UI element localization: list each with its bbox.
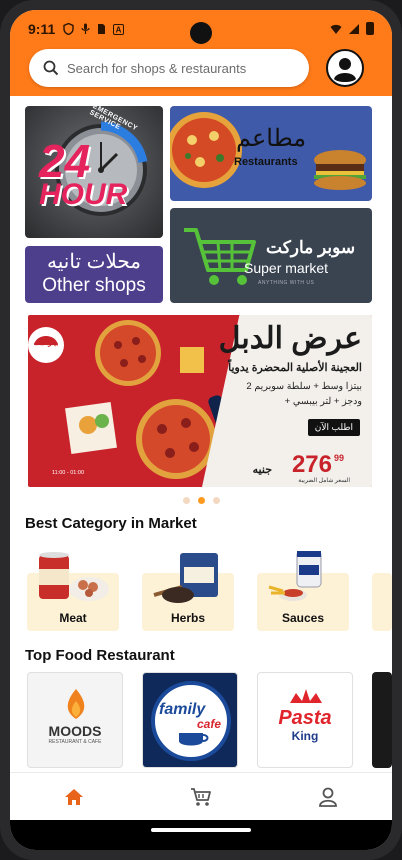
restaurant-card-moods[interactable]: MOODS RESTAURANT & CAFE (27, 672, 123, 768)
carousel-dot[interactable] (182, 497, 190, 504)
status-icons: A (63, 23, 125, 35)
banner-line-1: 2 بيتزا وسط + سلطة سوبريم (246, 381, 362, 392)
pasta-king-subtitle: King (291, 729, 319, 743)
status-time: 9:11 (28, 21, 56, 37)
bottom-navigation (10, 772, 392, 820)
battery-icon (366, 22, 374, 35)
pasta-king-name: Pasta (278, 707, 332, 729)
svg-text:A: A (116, 25, 122, 34)
category-label: Sauces (281, 611, 325, 625)
banner-logo: بيتزا هت (33, 340, 59, 347)
carousel-dot[interactable] (212, 497, 220, 504)
nav-home[interactable] (54, 782, 94, 812)
supermarket-tagline: ANYTHING WITH US (258, 280, 315, 286)
restaurant-card-family-cafe[interactable]: family cafe (142, 672, 238, 768)
profile-avatar-button[interactable] (326, 49, 364, 87)
user-avatar-icon (329, 52, 361, 84)
cart-icon (190, 787, 211, 806)
banner-price-cents: 99 (333, 453, 344, 463)
app-screen: 9:11 A EMERGENCY SERVICE 24 HOUR (10, 10, 392, 850)
app-a-icon: A (113, 23, 125, 35)
banner-subtitle: العجينة الأصلية المحضرة يدوياً (228, 362, 362, 374)
supermarket-en-label: Super market (244, 260, 329, 276)
moods-subtitle: RESTAURANT & CAFE (48, 739, 102, 745)
nav-profile[interactable] (308, 782, 348, 812)
best-category-title: Best Category in Market (25, 515, 197, 532)
banner-price: 276 (291, 451, 332, 478)
category-label: Meat (59, 611, 87, 625)
promo-banner[interactable]: 11:00 - 01:00 بيتزا هت عرض الدبل العجينة… (28, 315, 372, 487)
category-card-herbs[interactable]: Herbs (142, 553, 234, 631)
category-card-meat[interactable]: Meat (27, 552, 119, 631)
system-gesture-bar (10, 820, 392, 850)
family-cafe-subtitle: cafe (197, 717, 222, 731)
banner-price-note: السعر شامل الضريبة (298, 478, 350, 484)
family-cafe-logo (143, 673, 237, 767)
status-right (330, 22, 374, 35)
carousel-indicator (10, 497, 392, 504)
top-food-title: Top Food Restaurant (25, 647, 175, 664)
category-card-sauces[interactable]: Sauces (257, 551, 349, 631)
banner-order-button[interactable]: اطلب الآن (307, 419, 360, 436)
home-gesture-pill[interactable] (151, 828, 251, 832)
restaurants-ar-label: مطاعم (236, 125, 307, 152)
banner-currency: جنيه (252, 464, 272, 476)
restaurants-graphic (170, 112, 366, 190)
carousel-dot-active[interactable] (197, 497, 205, 504)
supermarket-ar-label: سوبر ماركت (266, 238, 356, 257)
search-bar[interactable] (29, 49, 309, 87)
tile-supermarket[interactable]: سوبر ماركت Super market ANYTHING WITH US (170, 208, 372, 303)
wifi-icon (330, 24, 342, 34)
restaurant-card-pasta-king[interactable]: Pasta King (257, 672, 353, 768)
other-shops-ar-label: محلات تانيه (47, 251, 141, 273)
other-shops-en-label: Other shops (42, 275, 146, 296)
meat-product-image (39, 552, 109, 601)
nav-cart[interactable] (181, 782, 221, 812)
moods-logo (67, 689, 85, 719)
tile-other-shops[interactable]: محلات تانيه Other shops (25, 246, 163, 303)
tile-24-hour[interactable]: EMERGENCY SERVICE 24 HOUR (25, 106, 163, 238)
signal-icon (349, 23, 359, 34)
restaurant-card-partial[interactable] (372, 672, 392, 768)
sim-icon (98, 24, 106, 34)
front-camera (190, 22, 212, 44)
banner-hours: 11:00 - 01:00 (52, 470, 85, 476)
search-input[interactable] (67, 60, 287, 76)
search-icon (43, 60, 59, 76)
microphone-icon (81, 23, 90, 34)
banner-line-2: + ودجز + لتر بيبسي (284, 396, 362, 407)
herbs-product-image (153, 553, 218, 603)
banner-title: عرض الدبل (218, 322, 362, 355)
category-label: Herbs (170, 611, 205, 625)
category-card-partial[interactable] (372, 573, 392, 631)
tile-restaurants[interactable]: مطاعم Restaurants (170, 106, 372, 201)
hours-word: HOUR (39, 178, 128, 211)
home-icon (64, 788, 83, 805)
moods-name: MOODS (48, 723, 102, 739)
shield-icon (63, 23, 74, 35)
profile-icon (319, 787, 338, 807)
restaurants-en-label: Restaurants (234, 156, 298, 168)
sauces-product-image (268, 551, 322, 601)
